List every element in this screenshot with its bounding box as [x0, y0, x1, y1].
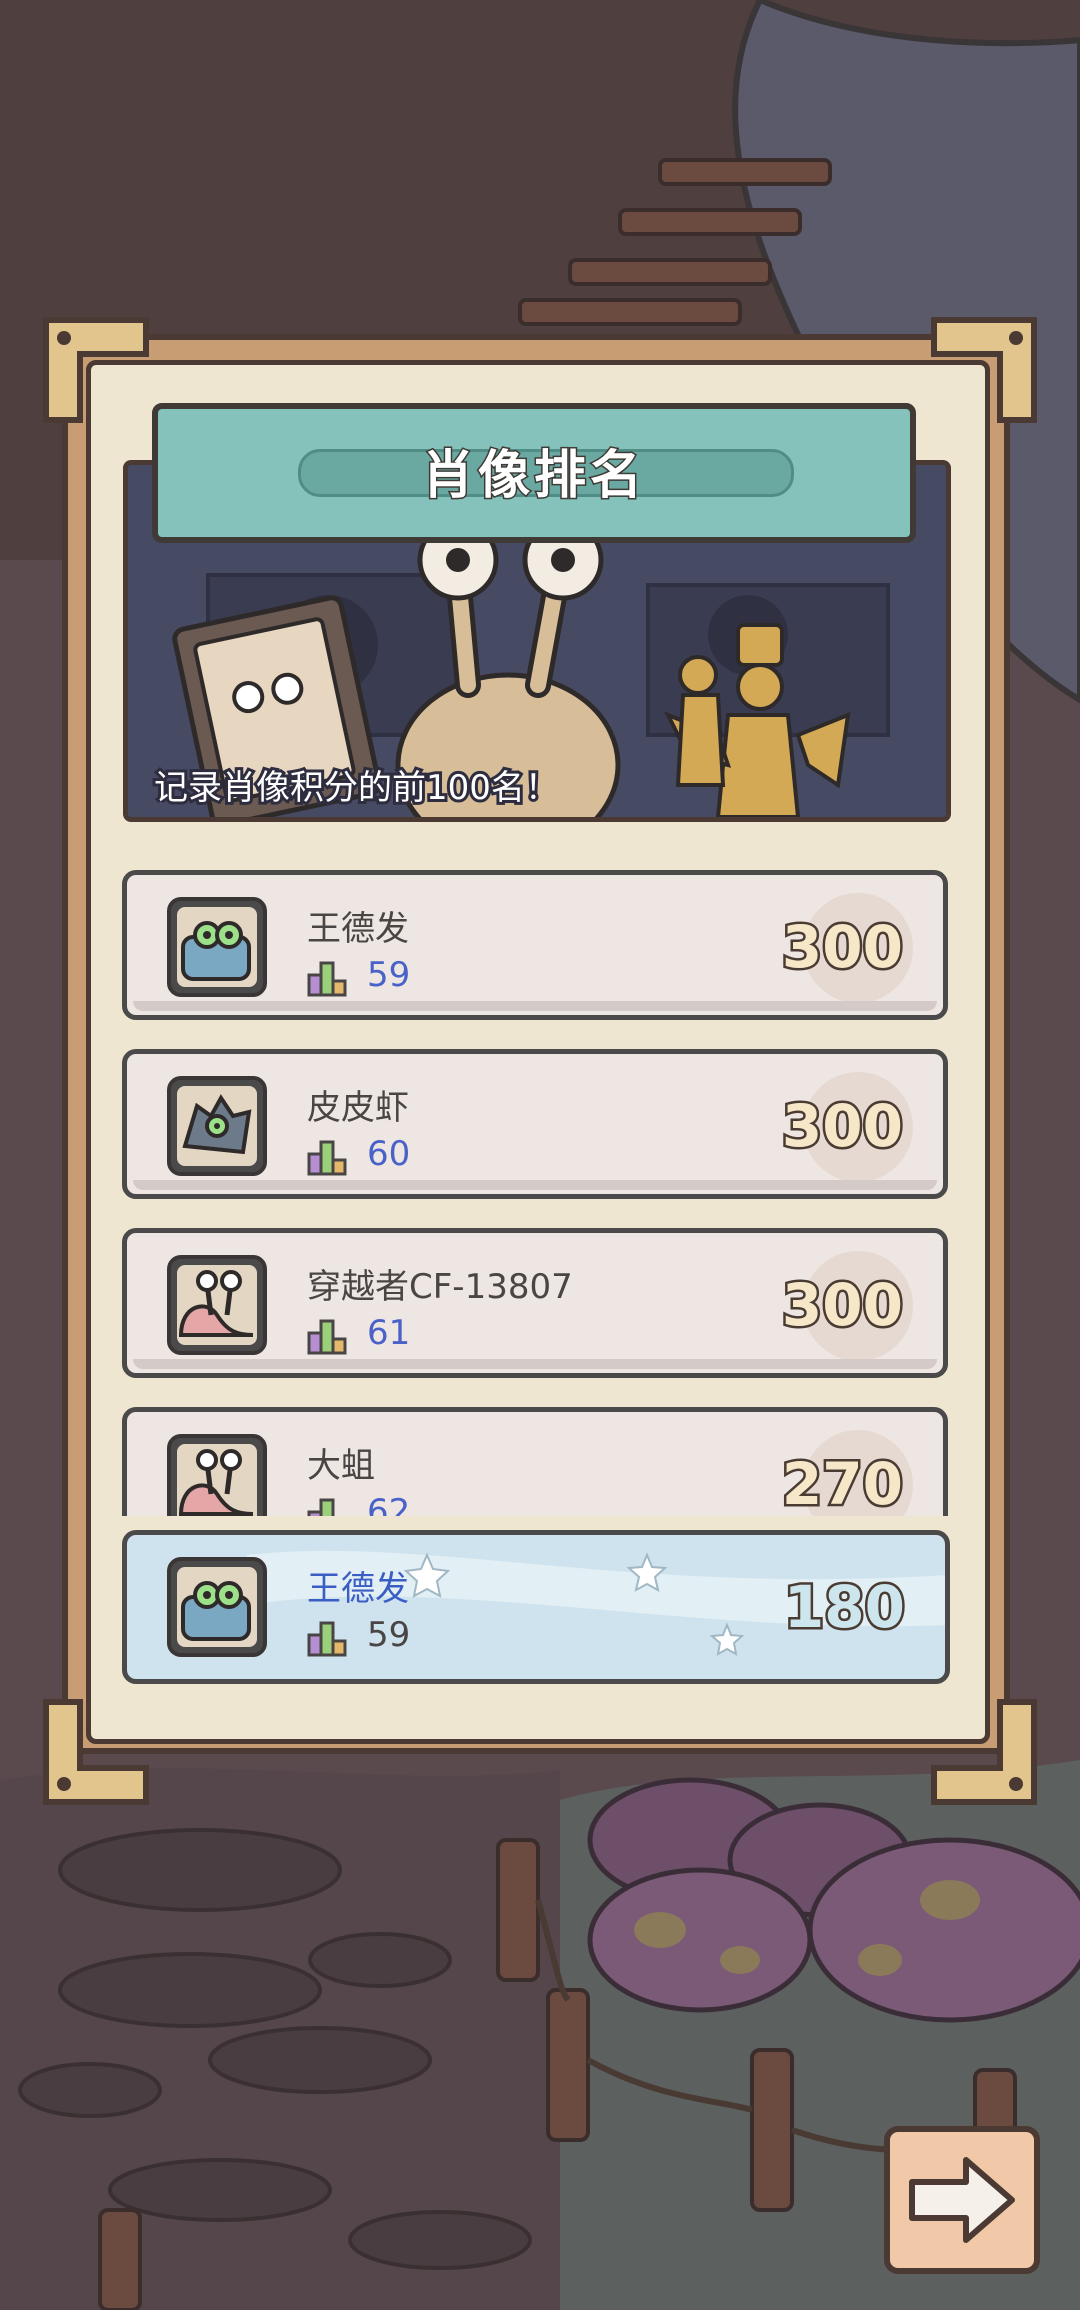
- rank-podium-icon: [307, 1319, 347, 1355]
- my-rank: 59: [367, 1615, 411, 1655]
- my-name: 王德发: [307, 1569, 409, 1609]
- corner-bracket-icon: [43, 317, 149, 423]
- page-title: 肖像排名: [420, 445, 646, 508]
- monster-portrait-icon: [167, 897, 267, 997]
- corner-bracket-icon: [931, 317, 1037, 423]
- rank-podium-icon: [307, 961, 347, 997]
- player-rank: 61: [367, 1313, 411, 1353]
- player-name: 王德发: [307, 909, 409, 949]
- player-score: 300: [779, 1269, 905, 1342]
- leaderboard-row[interactable]: 大蛆 62 270: [122, 1407, 948, 1516]
- leaderboard-list[interactable]: 王德发 59 300 皮皮虾 60 300 穿越者CF-13807 61 300: [118, 860, 954, 1516]
- player-score: 270: [779, 1448, 905, 1517]
- leaderboard-row[interactable]: 皮皮虾 60 300: [122, 1049, 948, 1199]
- player-rank: 60: [367, 1134, 411, 1174]
- leaderboard-row[interactable]: 王德发 59 300: [122, 870, 948, 1020]
- player-name: 大蛆: [307, 1446, 375, 1486]
- next-button[interactable]: [884, 2126, 1040, 2274]
- title-plate: 肖像排名: [152, 403, 916, 543]
- right-arrow-icon: [909, 2157, 1015, 2243]
- rank-podium-icon: [307, 1140, 347, 1176]
- dragon-portrait-icon: [167, 1076, 267, 1176]
- snail-portrait-icon: [167, 1434, 267, 1516]
- player-score: 300: [779, 911, 905, 984]
- corner-bracket-icon: [931, 1699, 1037, 1805]
- player-name: 穿越者CF-13807: [307, 1267, 573, 1307]
- leaderboard-row[interactable]: 穿越者CF-13807 61 300: [122, 1228, 948, 1378]
- player-name: 皮皮虾: [307, 1088, 409, 1128]
- player-rank: 62: [367, 1492, 411, 1516]
- monster-portrait-icon: [167, 1557, 267, 1657]
- rank-podium-icon: [307, 1621, 347, 1657]
- player-rank: 59: [367, 955, 411, 995]
- my-rank-row[interactable]: 王德发 59 180: [122, 1530, 950, 1684]
- rank-podium-icon: [307, 1498, 335, 1516]
- player-score: 300: [779, 1090, 905, 1163]
- corner-bracket-icon: [43, 1699, 149, 1805]
- my-score: 180: [781, 1571, 907, 1644]
- snail-portrait-icon: [167, 1255, 267, 1355]
- banner-subtitle: 记录肖像积分的前100名！: [151, 765, 562, 811]
